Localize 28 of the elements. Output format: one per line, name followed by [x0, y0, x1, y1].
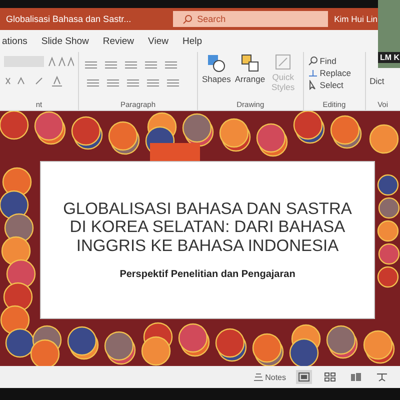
dictate-button[interactable]: Dict	[370, 76, 384, 86]
ribbon-tab[interactable]: Review	[100, 36, 136, 46]
accent-bar	[150, 143, 200, 161]
replace-button[interactable]: Replace	[308, 68, 351, 78]
document-title: Globalisasi Bahasa dan Sastr...	[6, 14, 132, 24]
search-field[interactable]: Search	[173, 11, 328, 27]
normal-view-icon	[298, 372, 310, 382]
user-name: Kim Hui Lin	[334, 14, 378, 24]
notes-button[interactable]: Notes	[254, 372, 286, 382]
ribbon-tab[interactable]: ations	[0, 36, 30, 46]
find-button[interactable]: Find	[308, 56, 351, 66]
shapes-button[interactable]: Shapes	[202, 54, 231, 84]
ribbon-tab[interactable]: View	[146, 36, 170, 46]
search-icon	[308, 56, 318, 66]
view-button[interactable]	[348, 370, 364, 384]
ribbon-tab[interactable]: Slide Show	[39, 36, 91, 46]
pointer-icon	[308, 80, 318, 90]
quick-styles-icon	[275, 54, 292, 70]
slide-subtitle: Perspektif Penelitian dan Pengajaran	[120, 268, 296, 280]
view-button[interactable]	[322, 370, 338, 384]
arrange-button[interactable]: Arrange	[234, 54, 266, 84]
grid-view-icon	[324, 372, 336, 382]
slide-title: GLOBALISASI BAHASA DAN SASTRA DI KOREA SELATAN: DARI BAHASA INGGRIS KE BAHASA INDONESIA	[62, 200, 352, 255]
participant-name: LM K	[378, 52, 400, 63]
ribbon-tab[interactable]: Help	[180, 36, 204, 46]
select-button[interactable]: Select	[308, 80, 351, 90]
notes-icon	[254, 373, 264, 381]
view-button[interactable]	[296, 370, 312, 384]
